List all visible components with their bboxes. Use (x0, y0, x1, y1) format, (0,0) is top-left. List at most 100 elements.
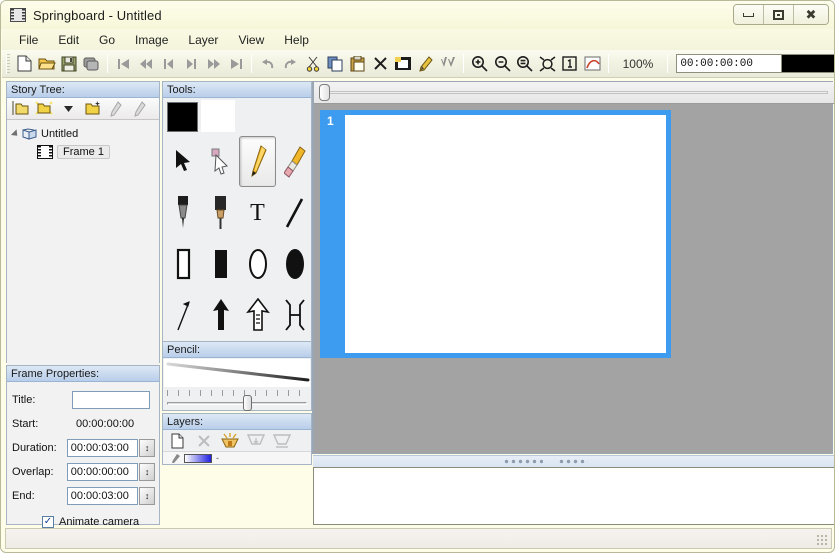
ellipse-filled-tool[interactable] (276, 238, 313, 289)
actual-size-button[interactable] (559, 52, 582, 75)
first-frame-button[interactable] (112, 52, 135, 75)
zoom-in-button[interactable] (468, 52, 491, 75)
bold-arrow-tool[interactable] (202, 289, 239, 340)
canvas-slider-track[interactable] (320, 91, 828, 94)
line-tool[interactable] (276, 187, 313, 238)
transform-tool[interactable] (276, 289, 313, 340)
end-spinner[interactable]: ↕ (139, 487, 155, 505)
maximize-button[interactable] (764, 5, 794, 24)
canvas-area[interactable]: 1 (313, 81, 833, 454)
perspective-arrow-tool[interactable] (239, 289, 276, 340)
canvas-scroll-slider[interactable] (314, 82, 834, 104)
merge-down-button[interactable] (243, 431, 268, 450)
rectangle-outline-tool[interactable] (165, 238, 202, 289)
pencil-tool[interactable] (239, 136, 276, 187)
copy-button[interactable] (324, 52, 347, 75)
eraser-tool[interactable] (276, 136, 313, 187)
merge-layer-button[interactable] (217, 431, 242, 450)
duplicate-button[interactable] (81, 52, 104, 75)
pencil-size-slider[interactable] (163, 388, 311, 414)
edit-pencil-alt-button[interactable] (129, 99, 151, 119)
foreground-color-swatch[interactable] (167, 102, 198, 132)
tree-row-frame1[interactable]: Frame 1 (7, 143, 159, 161)
flatten-button[interactable] (269, 431, 294, 450)
redo-button[interactable] (279, 52, 302, 75)
duration-spinner[interactable]: ↕ (139, 439, 155, 457)
marker-tool[interactable] (202, 187, 239, 238)
redo-icon (282, 57, 298, 71)
pen-tool[interactable] (165, 187, 202, 238)
fit-to-window-button[interactable] (536, 52, 559, 75)
next-frame-button[interactable] (180, 52, 203, 75)
frame-1[interactable]: 1 (320, 110, 671, 358)
zoom-out-button[interactable] (491, 52, 514, 75)
horizontal-splitter[interactable] (313, 455, 835, 467)
minimize-button[interactable] (734, 5, 764, 24)
delete-button[interactable] (369, 52, 392, 75)
new-layer-button[interactable] (165, 431, 190, 450)
layer-color-swatch[interactable] (184, 454, 212, 463)
bottom-notes-panel[interactable] (313, 467, 835, 525)
undo-button[interactable] (256, 52, 279, 75)
menu-edit[interactable]: Edit (49, 31, 88, 49)
overlap-spinner[interactable]: ↕ (139, 463, 155, 481)
node-select-tool[interactable] (202, 136, 239, 187)
ellipse-outline-tool[interactable] (239, 238, 276, 289)
scene-folder-icon (35, 101, 53, 116)
open-button[interactable] (35, 52, 58, 75)
scene-dropdown-button[interactable] (57, 99, 79, 119)
pencil-toolbar-button[interactable] (414, 52, 437, 75)
background-color-swatch[interactable] (201, 100, 235, 132)
duration-input[interactable]: 00:00:03:00 (67, 439, 139, 457)
end-input[interactable]: 00:00:03:00 (67, 487, 139, 505)
last-frame-button[interactable] (225, 52, 248, 75)
edit-pencil-button[interactable] (105, 99, 127, 119)
expand-triangle-icon[interactable] (11, 129, 20, 138)
layer-row[interactable]: - (163, 451, 311, 464)
save-button[interactable] (58, 52, 81, 75)
rewind-button[interactable] (135, 52, 158, 75)
canvas-slider-thumb[interactable] (319, 84, 330, 101)
overlap-input[interactable]: 00:00:00:00 (67, 463, 139, 481)
cut-button[interactable] (302, 52, 325, 75)
select-arrow-tool[interactable] (165, 136, 202, 187)
menu-go[interactable]: Go (90, 31, 124, 49)
splitter-grip-right[interactable] (558, 459, 588, 464)
frame-drawing-surface[interactable] (343, 113, 668, 355)
add-scene-button[interactable] (9, 99, 31, 119)
new-folder-button[interactable] (81, 99, 103, 119)
resize-grip[interactable] (816, 534, 828, 546)
paste-button[interactable] (347, 52, 370, 75)
new-document-button[interactable] (13, 52, 36, 75)
text-tool[interactable]: T (239, 187, 276, 238)
menu-image[interactable]: Image (126, 31, 177, 49)
fast-forward-button[interactable] (202, 52, 225, 75)
timecode-field[interactable]: 00:00:00:00 (676, 54, 782, 73)
menu-view[interactable]: View (229, 31, 273, 49)
thin-arrow-tool[interactable] (165, 289, 202, 340)
slider-track[interactable] (167, 402, 307, 405)
tree-row-untitled[interactable]: Untitled (7, 125, 159, 143)
animate-camera-checkbox[interactable]: ✓ (42, 516, 54, 528)
rectangle-filled-tool[interactable] (202, 238, 239, 289)
node-select-icon (210, 148, 232, 176)
curve-button[interactable] (581, 52, 604, 75)
slider-thumb[interactable] (243, 395, 252, 411)
animate-camera-row[interactable]: ✓ Animate camera (42, 516, 155, 528)
zoom-reset-button[interactable] (513, 52, 536, 75)
new-frame-button[interactable] (392, 52, 415, 75)
zoom-level-label[interactable]: 100% (613, 57, 664, 71)
close-button[interactable]: ✖ (794, 5, 828, 24)
checkmarks-button[interactable] (437, 52, 460, 75)
menu-file[interactable]: File (10, 31, 47, 49)
title-input[interactable] (72, 391, 150, 409)
previous-frame-button[interactable] (157, 52, 180, 75)
delete-layer-button[interactable] (191, 431, 216, 450)
scene-folder-button[interactable] (33, 99, 55, 119)
splitter-grip-left[interactable] (503, 459, 543, 464)
menu-help[interactable]: Help (275, 31, 318, 49)
toolbar-grip[interactable] (6, 54, 10, 74)
ellipse-filled-icon (283, 247, 307, 281)
delete-layer-disabled-icon (197, 434, 211, 448)
menu-layer[interactable]: Layer (179, 31, 227, 49)
